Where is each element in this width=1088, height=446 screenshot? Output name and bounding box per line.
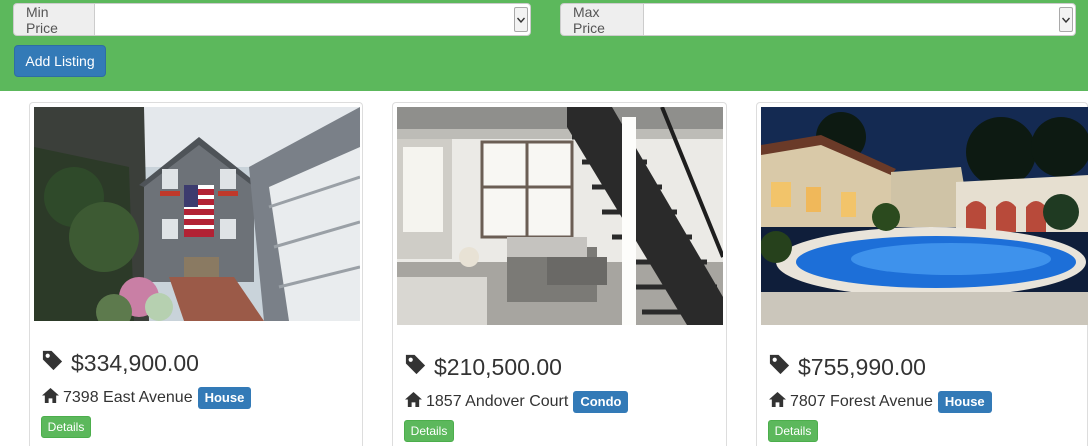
property-type-badge: House — [937, 391, 992, 413]
home-icon — [768, 391, 787, 413]
price-value: $334,900.00 — [71, 350, 199, 376]
home-icon — [404, 391, 423, 413]
listing-card: $334,900.00 7398 East Avenue House Detai… — [29, 102, 363, 446]
min-price-select[interactable] — [94, 3, 531, 36]
listing-card: $755,990.00 7807 Forest Avenue House Det… — [756, 102, 1088, 446]
listing-photo[interactable] — [397, 107, 723, 325]
price: $210,500.00 — [404, 353, 562, 382]
home-icon — [41, 387, 60, 409]
listing-card: $210,500.00 1857 Andover Court Condo Det… — [392, 102, 727, 446]
price-value: $755,990.00 — [798, 354, 926, 380]
property-type-badge: Condo — [573, 391, 629, 413]
price: $755,990.00 — [768, 353, 926, 382]
filter-bar: Min Price Max Price Add Listing — [0, 0, 1088, 91]
tag-icon — [768, 353, 791, 382]
max-price-select[interactable] — [643, 3, 1076, 36]
chevron-down-icon[interactable] — [514, 7, 528, 32]
address: 1857 Andover Court Condo — [404, 391, 629, 413]
tag-icon — [41, 349, 64, 378]
min-price-label: Min Price — [13, 3, 94, 36]
details-button[interactable]: Details — [404, 420, 454, 442]
max-price-group: Max Price — [560, 3, 1076, 36]
listing-photo[interactable] — [761, 107, 1088, 325]
chevron-down-icon[interactable] — [1059, 7, 1073, 32]
add-listing-button[interactable]: Add Listing — [14, 45, 106, 77]
price: $334,900.00 — [41, 349, 199, 378]
listing-photo[interactable] — [34, 107, 360, 321]
address-text: 1857 Andover Court — [426, 393, 569, 410]
tag-icon — [404, 353, 427, 382]
address-text: 7807 Forest Avenue — [790, 393, 933, 410]
details-button[interactable]: Details — [41, 416, 91, 438]
address: 7807 Forest Avenue House — [768, 391, 992, 413]
max-price-label: Max Price — [560, 3, 643, 36]
address-text: 7398 East Avenue — [63, 389, 193, 406]
price-value: $210,500.00 — [434, 354, 562, 380]
details-button[interactable]: Details — [768, 420, 818, 442]
min-price-group: Min Price — [13, 3, 531, 36]
property-type-badge: House — [197, 387, 252, 409]
address: 7398 East Avenue House — [41, 387, 252, 409]
